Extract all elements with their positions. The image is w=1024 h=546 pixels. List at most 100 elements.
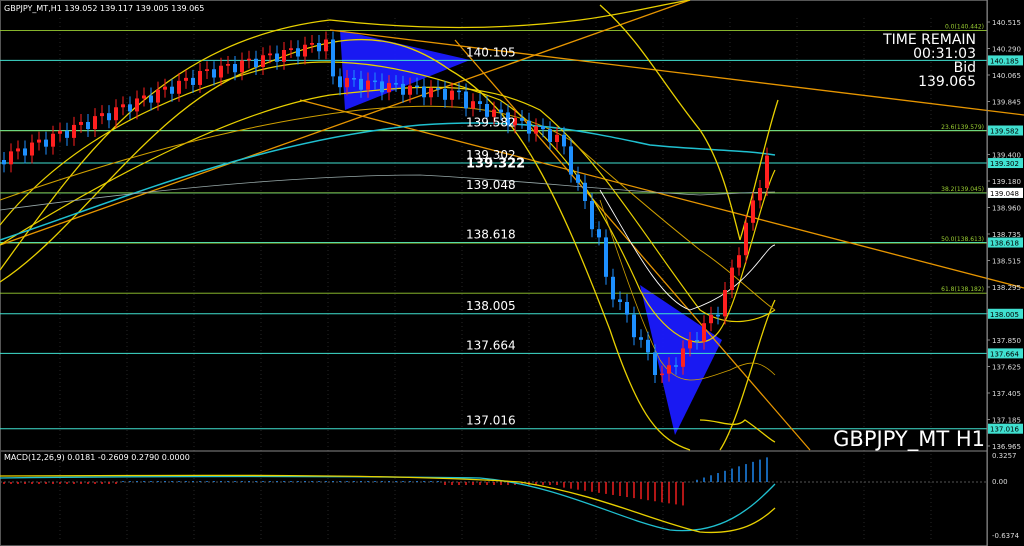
candle-body xyxy=(660,373,664,376)
candle-body xyxy=(667,365,671,374)
candle-body xyxy=(261,55,265,67)
axis-tick-label: 140.515 xyxy=(992,19,1021,27)
candle-body xyxy=(555,134,559,142)
candle-body xyxy=(37,139,41,143)
candle-body xyxy=(345,78,349,88)
candle-body xyxy=(695,340,699,342)
candle-body xyxy=(751,200,755,223)
candle-body xyxy=(541,126,545,130)
candle-body xyxy=(226,64,230,66)
candle-body xyxy=(597,229,601,238)
price-chart[interactable]: 0.0(140.442) 23.6(139.579) 38.2(139.045) 50… xyxy=(0,0,1024,546)
candle-body xyxy=(387,83,391,93)
macd-axis-label: 0.3257 xyxy=(992,452,1017,460)
candle-body xyxy=(618,299,622,302)
candle-body xyxy=(429,88,433,98)
candle-body xyxy=(632,314,636,338)
candle-body xyxy=(576,174,580,183)
candle-body xyxy=(702,323,706,342)
symbol-watermark: GBPJPY_MT H1 xyxy=(833,427,985,452)
axis-tick-label: 140.290 xyxy=(992,46,1021,54)
axis-price-highlight-label: 137.664 xyxy=(990,350,1019,358)
candle-body xyxy=(359,78,363,90)
candle-body xyxy=(646,339,650,353)
level-price-label: 137.664 xyxy=(466,338,516,352)
candle-body xyxy=(58,130,62,134)
candle-body xyxy=(86,121,90,130)
candle-body xyxy=(408,85,412,95)
candle-body xyxy=(324,39,328,52)
macd-axis-label: -0.6374 xyxy=(992,532,1020,540)
candle-body xyxy=(730,267,734,290)
candle-body xyxy=(100,113,104,117)
bid-value: 139.065 xyxy=(918,74,976,90)
candle-body xyxy=(681,348,685,367)
candle-body xyxy=(254,58,258,67)
candle-body xyxy=(674,365,678,367)
candle-body xyxy=(233,64,237,73)
candle-body xyxy=(177,80,181,94)
candle-body xyxy=(331,39,335,77)
axis-price-highlight-label: 137.016 xyxy=(990,426,1019,434)
candle-body xyxy=(499,109,503,113)
bid-marker-label: 139.048 xyxy=(990,190,1019,198)
candle-body xyxy=(16,148,20,152)
level-price-label: 139.582 xyxy=(466,115,516,129)
candle-body xyxy=(604,237,608,277)
candle-body xyxy=(611,276,615,300)
candle-body xyxy=(289,48,293,50)
candle-body xyxy=(212,69,216,78)
candle-body xyxy=(240,60,244,73)
candle-body xyxy=(471,101,475,109)
axis-tick-label: 140.065 xyxy=(992,72,1021,80)
candle-body xyxy=(723,290,727,317)
axis-tick-label: 136.965 xyxy=(992,443,1021,451)
candle-body xyxy=(625,302,629,315)
candle-body xyxy=(121,104,125,108)
candle-body xyxy=(366,80,370,90)
candle-body xyxy=(275,53,279,62)
candle-body xyxy=(758,188,762,201)
candle-body xyxy=(415,85,419,88)
candle-body xyxy=(716,314,720,317)
candle-body xyxy=(527,120,531,134)
symbol-header: GBPJPY_MT,H1 139.052 139.117 139.005 139… xyxy=(4,4,204,13)
level-price-label: 139.322 xyxy=(466,156,525,171)
candle-body xyxy=(443,88,447,100)
candle-body xyxy=(457,90,461,93)
candle-body xyxy=(219,65,223,78)
candle-body xyxy=(23,148,27,156)
candle-body xyxy=(653,352,657,375)
candle-body xyxy=(548,129,552,142)
axis-price-highlight-label: 138.618 xyxy=(990,240,1019,248)
candle-body xyxy=(149,95,153,103)
candle-body xyxy=(338,76,342,88)
candle-body xyxy=(688,340,692,349)
candle-body xyxy=(737,255,741,268)
axis-price-highlight-label: 140.185 xyxy=(990,57,1019,65)
candle-body xyxy=(2,160,6,165)
candle-body xyxy=(744,222,748,256)
candle-body xyxy=(163,86,167,90)
level-price-label: 138.618 xyxy=(466,228,516,242)
candle-body xyxy=(639,337,643,340)
axis-tick-label: 138.295 xyxy=(992,284,1021,292)
macd-axis-label: 0.00 xyxy=(992,478,1008,486)
candle-body xyxy=(583,182,587,201)
axis-price-highlight-label: 139.582 xyxy=(990,127,1019,135)
candle-body xyxy=(114,107,118,121)
axis-tick-label: 138.960 xyxy=(992,205,1021,213)
candle-body xyxy=(135,98,139,112)
axis-tick-label: 139.180 xyxy=(992,178,1021,186)
candle-body xyxy=(247,58,251,61)
level-price-label: 138.005 xyxy=(466,299,516,313)
candle-body xyxy=(93,116,97,130)
candle-body xyxy=(9,151,13,165)
candle-body xyxy=(317,43,321,52)
axis-tick-label: 137.185 xyxy=(992,417,1021,425)
candle-body xyxy=(373,80,377,83)
axis-price-highlight-label: 138.005 xyxy=(990,311,1019,319)
candle-body xyxy=(520,118,524,121)
axis-price-highlight-label: 139.302 xyxy=(990,160,1019,168)
fib-label: 61.8(138.182) xyxy=(941,286,984,293)
